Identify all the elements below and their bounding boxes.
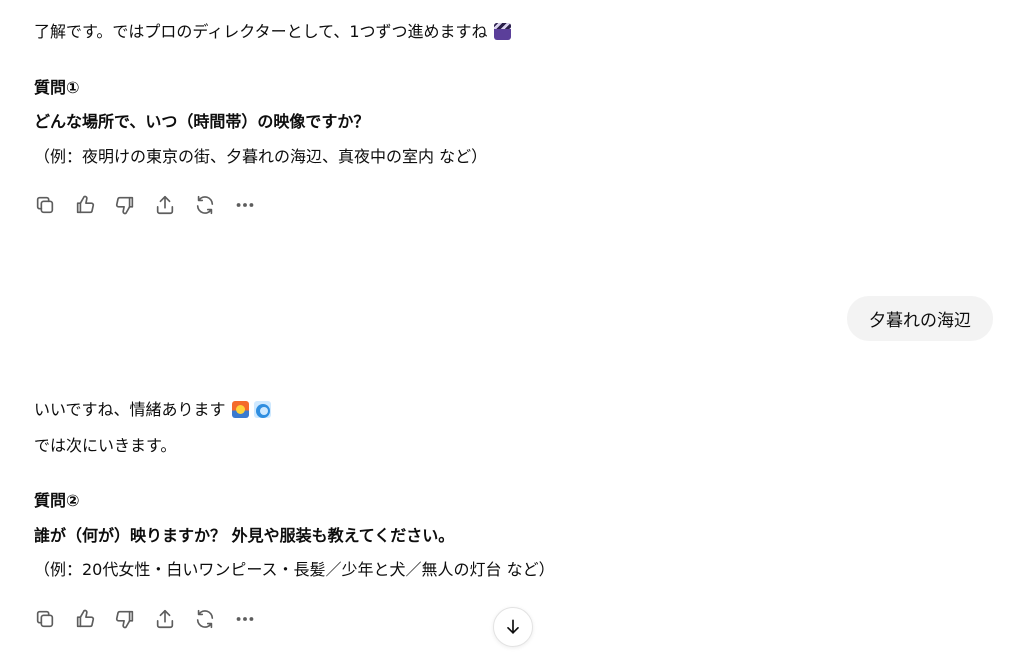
thumbs-down-button[interactable] xyxy=(114,193,154,217)
more-icon xyxy=(236,203,254,207)
thumbs-up-icon xyxy=(76,195,95,214)
share-icon xyxy=(156,609,174,629)
reply-text: いいですね、情緒あります xyxy=(34,400,226,419)
regenerate-button[interactable] xyxy=(194,607,234,631)
question-1-text: どんな場所で、いつ（時間帯）の映像ですか？ xyxy=(34,112,370,131)
thumbs-down-icon xyxy=(115,196,134,215)
user-message-bubble: 夕暮れの海辺 xyxy=(847,296,993,341)
assistant-message-2-line-1: いいですね、情緒あります xyxy=(34,398,271,422)
question-1-example: （例：夜明けの東京の街、夕暮れの海辺、真夜中の室内 など） xyxy=(34,147,488,166)
sunset-emoji-icon xyxy=(231,401,249,418)
thumbs-down-button[interactable] xyxy=(114,607,154,631)
more-button[interactable] xyxy=(234,607,274,631)
share-button[interactable] xyxy=(154,193,194,217)
intro-text: 了解です。ではプロのディレクターとして、1つずつ進めますね xyxy=(34,22,488,41)
share-button[interactable] xyxy=(154,607,194,631)
more-icon xyxy=(236,617,254,621)
scroll-to-bottom-button[interactable] xyxy=(493,607,533,647)
message-2-action-bar xyxy=(34,607,274,631)
regenerate-button[interactable] xyxy=(194,193,234,217)
message-1-action-bar xyxy=(34,193,274,217)
clapper-board-emoji-icon xyxy=(493,23,511,40)
regenerate-icon xyxy=(196,609,214,629)
thumbs-up-button[interactable] xyxy=(74,193,114,217)
arrow-down-icon xyxy=(507,619,519,634)
copy-button[interactable] xyxy=(34,193,74,217)
thumbs-up-icon xyxy=(76,609,95,628)
question-1-heading: 質問① xyxy=(34,78,80,97)
regenerate-icon xyxy=(196,195,214,215)
copy-icon xyxy=(36,196,54,214)
thumbs-up-button[interactable] xyxy=(74,607,114,631)
copy-icon xyxy=(36,610,54,628)
water-wave-emoji-icon xyxy=(253,401,271,418)
assistant-message-intro: 了解です。ではプロのディレクターとして、1つずつ進めますね xyxy=(34,20,511,44)
share-icon xyxy=(156,195,174,215)
thumbs-down-icon xyxy=(115,610,134,629)
question-2-text: 誰が（何が）映りますか？ 外見や服装も教えてください。 xyxy=(34,526,455,545)
copy-button[interactable] xyxy=(34,607,74,631)
more-button[interactable] xyxy=(234,193,274,217)
user-message-text: 夕暮れの海辺 xyxy=(869,311,971,331)
assistant-message-2-line-2: では次にいきます。 xyxy=(34,436,177,455)
question-2-example: （例：20代女性・白いワンピース・長髪／少年と犬／無人の灯台 など） xyxy=(34,560,555,579)
question-2-heading: 質問② xyxy=(34,491,80,510)
